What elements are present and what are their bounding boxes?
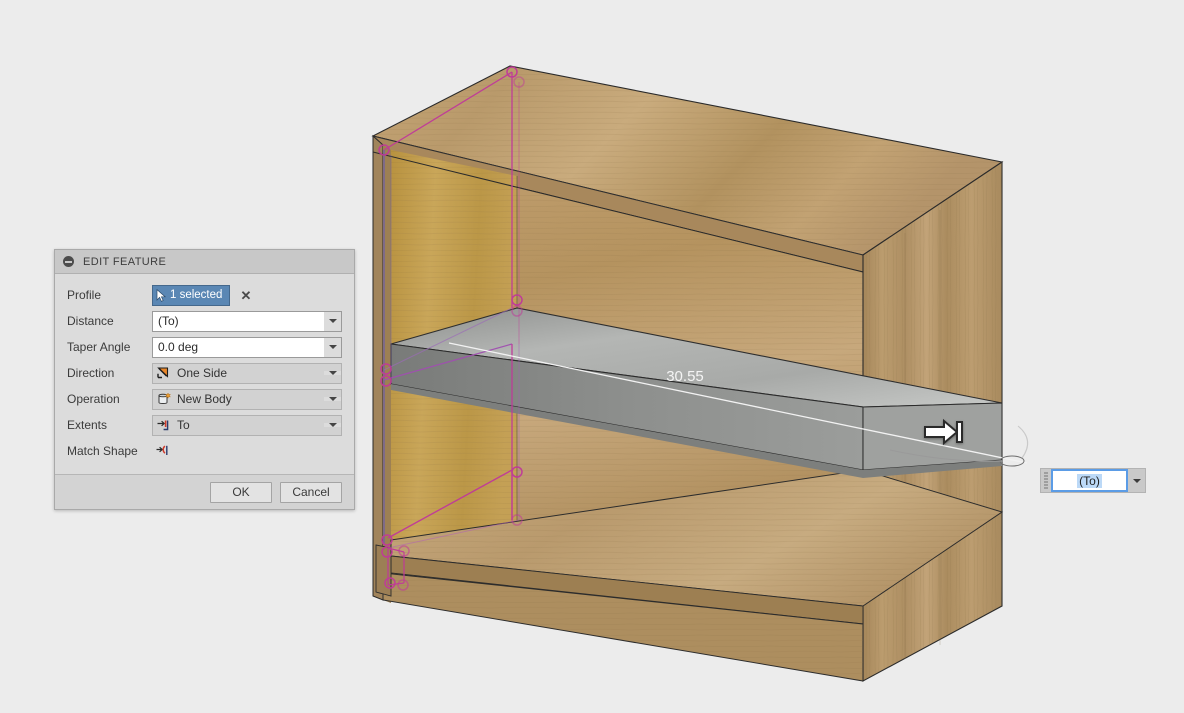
row-profile: Profile 1 selected ✕ (55, 282, 354, 308)
label-profile: Profile (67, 288, 152, 302)
match-shape-icon[interactable] (155, 444, 172, 459)
label-match-shape: Match Shape (67, 444, 152, 458)
cancel-button[interactable]: Cancel (280, 482, 342, 503)
dialog-title: EDIT FEATURE (83, 256, 166, 268)
dialog-titlebar[interactable]: EDIT FEATURE (55, 250, 354, 274)
dimension-value-label[interactable]: 30.55 (666, 368, 704, 385)
row-extents: Extents To (55, 412, 354, 438)
edit-feature-dialog[interactable]: EDIT FEATURE Profile 1 selected ✕ (54, 249, 355, 510)
operation-value: New Body (177, 392, 324, 406)
chevron-down-icon[interactable] (324, 338, 341, 357)
floating-to-input[interactable]: (To) (1051, 469, 1128, 492)
direction-value: One Side (177, 366, 324, 380)
distance-input[interactable] (153, 312, 324, 331)
row-distance: Distance (55, 308, 354, 334)
dimension-leader-hook (1018, 426, 1028, 458)
chevron-down-icon[interactable] (1128, 470, 1145, 491)
extents-value: To (177, 418, 324, 432)
extents-to-icon (156, 418, 173, 433)
direction-one-side-icon (156, 366, 173, 381)
label-direction: Direction (67, 366, 152, 380)
dialog-footer: OK Cancel (55, 475, 354, 509)
operation-combo[interactable]: New Body (152, 389, 342, 410)
row-direction: Direction One Side (55, 360, 354, 386)
field-match-shape (152, 442, 172, 461)
chevron-down-icon[interactable] (324, 423, 341, 427)
clear-selection-button[interactable]: ✕ (240, 289, 251, 302)
row-match-shape: Match Shape (55, 438, 354, 464)
chevron-down-icon[interactable] (324, 312, 341, 331)
field-profile: 1 selected ✕ (152, 286, 342, 304)
floating-to-value: (To) (1077, 474, 1102, 488)
dialog-body: Profile 1 selected ✕ Distance (55, 274, 354, 475)
taper-angle-input[interactable] (153, 338, 324, 357)
new-body-icon (156, 392, 173, 407)
cursor-arrow-icon (156, 289, 167, 302)
label-extents: Extents (67, 418, 152, 432)
drag-grip-icon[interactable] (1041, 470, 1051, 491)
taper-angle-combo[interactable] (152, 337, 342, 358)
chevron-down-icon[interactable] (324, 371, 341, 375)
profile-selection-chip[interactable]: 1 selected (152, 285, 230, 306)
direction-combo[interactable]: One Side (152, 363, 342, 384)
distance-combo[interactable] (152, 311, 342, 332)
profile-selection-label: 1 selected (170, 289, 222, 301)
extents-combo[interactable]: To (152, 415, 342, 436)
ok-button[interactable]: OK (210, 482, 272, 503)
label-taper-angle: Taper Angle (67, 340, 152, 354)
fusion-canvas-root: 30.55 EDIT FEATURE Profile (0, 0, 1184, 713)
row-operation: Operation New Body (55, 386, 354, 412)
chevron-down-icon[interactable] (324, 397, 341, 401)
label-operation: Operation (67, 392, 152, 406)
row-taper-angle: Taper Angle (55, 334, 354, 360)
minus-circle-icon[interactable] (63, 256, 74, 267)
manipulator-stop-bar[interactable] (957, 422, 962, 442)
label-distance: Distance (67, 314, 152, 328)
floating-extent-value-field[interactable]: (To) (1040, 468, 1146, 493)
